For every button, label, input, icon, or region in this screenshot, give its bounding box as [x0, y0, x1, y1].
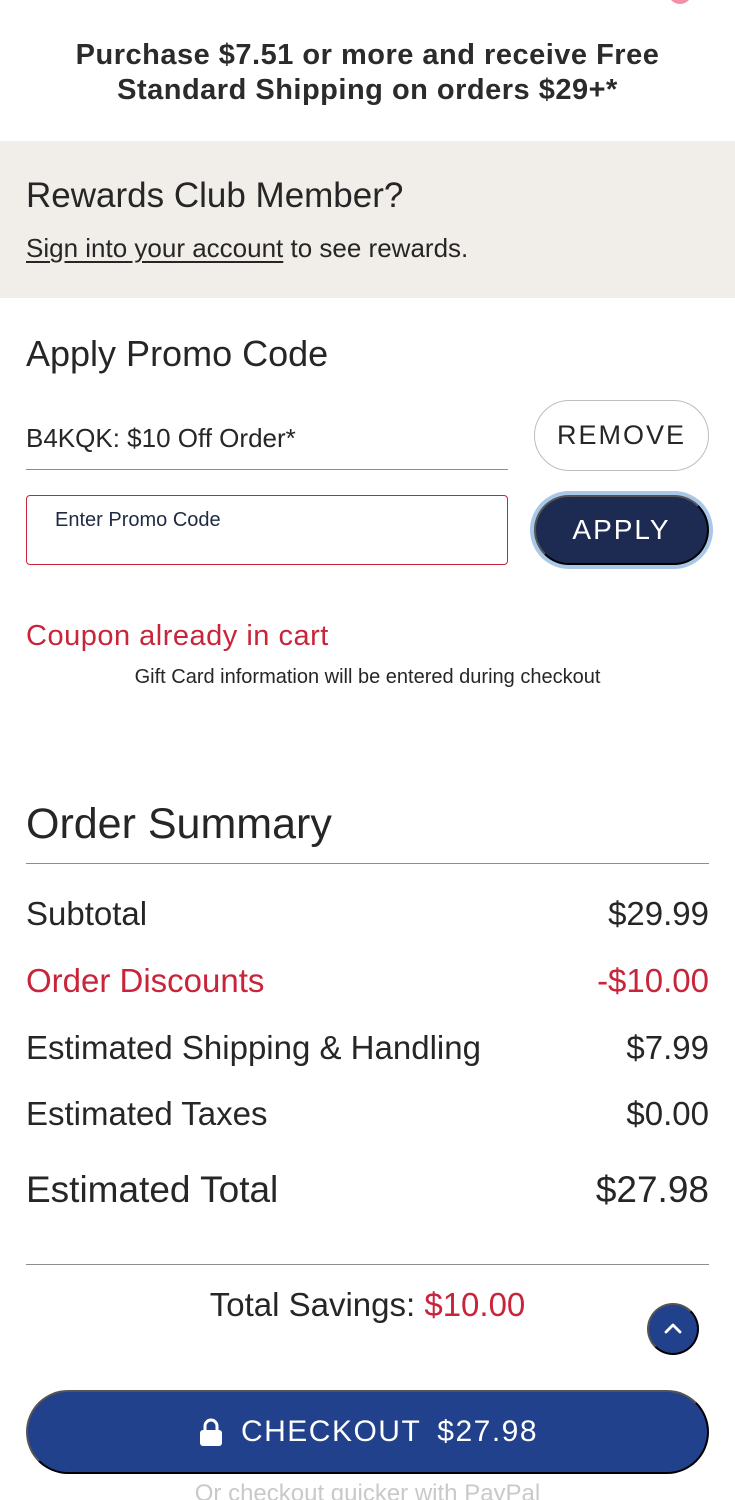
paypal-note: Or checkout quicker with PayPal	[194, 1480, 541, 1500]
rewards-signin-line: Sign into your account to see rewards.	[26, 233, 468, 264]
discount-value: -$10.00	[597, 962, 709, 999]
total-savings: Total Savings: $10.00	[0, 1286, 735, 1324]
lock-icon	[197, 1417, 225, 1447]
apply-promo-button[interactable]: APPLY	[534, 495, 709, 565]
taxes-label: Estimated Taxes	[26, 1095, 268, 1132]
checkout-label: CHECKOUT	[240, 1415, 422, 1448]
shipping-value: $7.99	[626, 1029, 709, 1066]
checkout-button[interactable]: CHECKOUT $27.98	[26, 1390, 709, 1474]
taxes-row: Estimated Taxes $0.00	[26, 1095, 709, 1133]
total-label: Estimated Total	[26, 1169, 279, 1210]
subtotal-row: Subtotal $29.99	[26, 895, 709, 933]
shipping-label: Estimated Shipping & Handling	[26, 1029, 481, 1066]
total-divider	[26, 1264, 709, 1265]
discount-label: Order Discounts	[26, 962, 265, 999]
subtotal-label: Subtotal	[26, 895, 148, 932]
remove-promo-button[interactable]: REMOVE	[534, 400, 709, 471]
sign-in-link[interactable]: Sign into your account	[26, 233, 283, 263]
rewards-title: Rewards Club Member?	[26, 176, 404, 215]
gift-card-note: Gift Card information will be entered du…	[134, 666, 601, 688]
checkout-amount: $27.98	[437, 1415, 539, 1448]
rewards-suffix: to see rewards.	[283, 233, 469, 263]
coupon-error-message: Coupon already in cart	[26, 620, 329, 652]
shipping-banner-line1: Purchase $7.51 or more and receive Free	[75, 38, 660, 71]
savings-value: $10.00	[424, 1286, 526, 1323]
total-row: Estimated Total $27.98	[26, 1169, 709, 1211]
taxes-value: $0.00	[626, 1095, 709, 1132]
shipping-row: Estimated Shipping & Handling $7.99	[26, 1029, 709, 1067]
summary-divider	[26, 863, 709, 864]
total-value: $27.98	[595, 1169, 709, 1210]
discount-row: Order Discounts -$10.00	[26, 962, 709, 1000]
promo-code-input[interactable]	[27, 496, 507, 564]
savings-label: Total Savings:	[209, 1286, 425, 1323]
scroll-to-top-button[interactable]	[647, 1303, 699, 1355]
rewards-panel: Rewards Club Member? Sign into your acco…	[0, 141, 735, 298]
shipping-banner-text: Purchase $7.51 or more and receive Free …	[76, 34, 660, 108]
subtotal-value: $29.99	[608, 895, 709, 932]
promo-code-field[interactable]	[26, 495, 508, 565]
applied-promo-code: B4KQK: $10 Off Order*	[26, 406, 508, 470]
shipping-banner-line2: Standard Shipping on orders $29+*	[117, 73, 618, 106]
order-summary-title: Order Summary	[26, 800, 332, 848]
shipping-banner: Purchase $7.51 or more and receive Free …	[0, 0, 735, 141]
chevron-up-icon	[661, 1317, 685, 1341]
promo-section-title: Apply Promo Code	[26, 333, 329, 374]
